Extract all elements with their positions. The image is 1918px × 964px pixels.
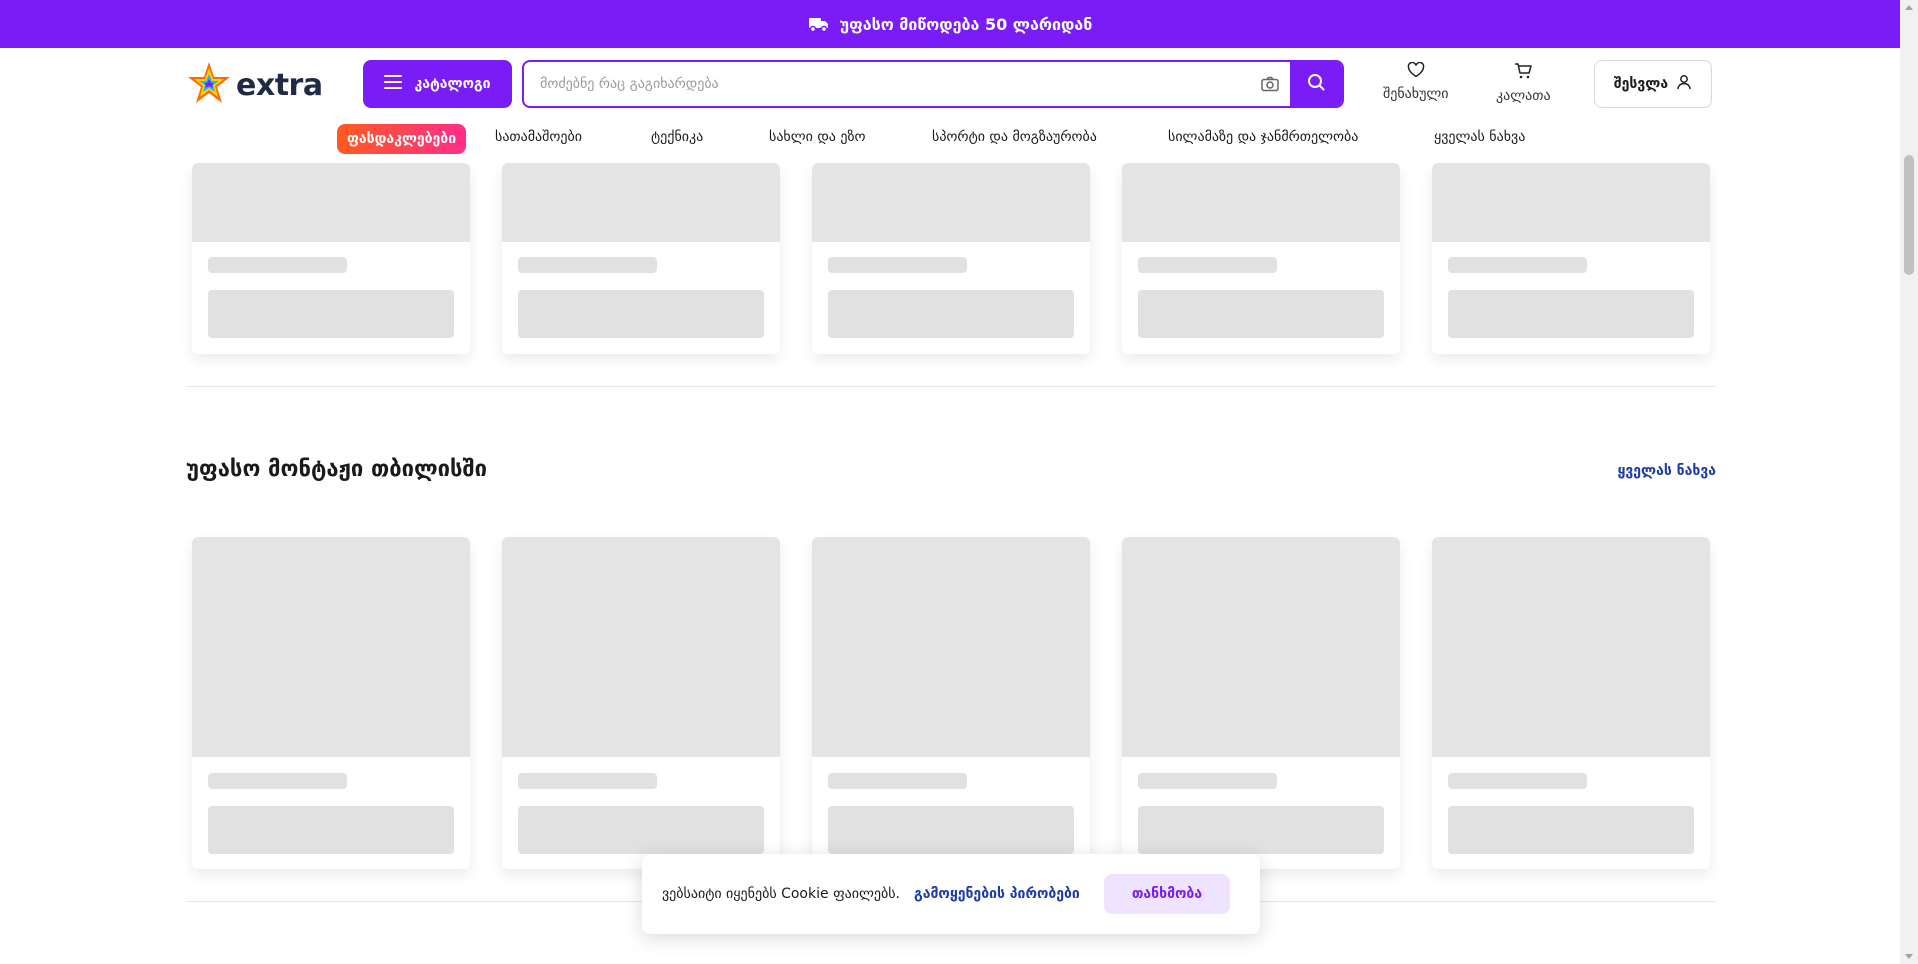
promo-bar: უფასო მიწოდება 50 ლარიდან (0, 0, 1900, 48)
nav-item-home-garden[interactable]: სახლი და ეზო (769, 129, 865, 145)
cart-label: კალათა (1496, 88, 1551, 104)
search-button[interactable] (1290, 62, 1342, 106)
login-button[interactable]: შესვლა (1594, 60, 1712, 108)
product-title-placeholder (1138, 257, 1277, 273)
product-title-placeholder (518, 257, 657, 273)
nav-item-sales[interactable]: ფასდაკლებები (337, 124, 467, 154)
nav-item-sports-travel[interactable]: სპორტი და მოგზაურობა (932, 129, 1097, 145)
product-image-placeholder (192, 163, 470, 242)
product-price-placeholder (1448, 806, 1694, 854)
product-image-placeholder (502, 537, 780, 757)
product-row-1 (186, 163, 1716, 354)
nav-item-see-all[interactable]: ყველას ნახვა (1434, 129, 1525, 145)
search-bar (522, 60, 1344, 108)
product-card-skeleton (502, 163, 780, 354)
page-scrollbar[interactable] (1900, 0, 1918, 964)
product-title-placeholder (1448, 773, 1587, 789)
nav-item-beauty-health[interactable]: სილამაზე და ჯანმრთელობა (1168, 129, 1358, 145)
product-title-placeholder (208, 257, 347, 273)
product-price-placeholder (1138, 290, 1384, 338)
product-title-placeholder (1138, 773, 1277, 789)
camera-icon[interactable] (1250, 62, 1290, 106)
catalog-label: კატალოგი (414, 76, 491, 92)
logo-text: extra (236, 67, 323, 103)
truck-icon (808, 15, 830, 33)
product-card-skeleton (192, 163, 470, 354)
product-image-placeholder (812, 163, 1090, 242)
nav-item-toys[interactable]: სათამაშოები (495, 129, 582, 145)
product-card-skeleton (1432, 163, 1710, 354)
product-title-placeholder (1448, 257, 1587, 273)
user-icon (1676, 74, 1692, 94)
product-image-placeholder (502, 163, 780, 242)
product-card-skeleton (192, 537, 470, 869)
product-card-skeleton (812, 163, 1090, 354)
login-label: შესვლა (1613, 76, 1669, 92)
favorites-link[interactable]: შენახული (1383, 61, 1449, 102)
product-image-placeholder (1432, 537, 1710, 757)
star-logo-icon (186, 60, 232, 110)
favorites-label: შენახული (1383, 86, 1449, 102)
product-card-skeleton (502, 537, 780, 869)
section-divider (186, 386, 1716, 387)
cart-icon (1514, 62, 1533, 84)
scroll-thumb[interactable] (1904, 155, 1914, 275)
catalog-button[interactable]: კატალოგი (363, 60, 512, 108)
product-price-placeholder (828, 290, 1074, 338)
product-title-placeholder (828, 773, 967, 789)
search-icon (1307, 73, 1325, 95)
scroll-up-icon[interactable] (1905, 5, 1913, 10)
product-card-skeleton (1122, 163, 1400, 354)
product-card-skeleton (1122, 537, 1400, 869)
heart-icon (1407, 61, 1425, 82)
product-price-placeholder (1138, 806, 1384, 854)
menu-icon (384, 75, 403, 93)
section-title: უფასო მონტაჟი თბილისში (186, 457, 488, 482)
product-title-placeholder (518, 773, 657, 789)
search-input[interactable] (524, 62, 1250, 106)
promo-text: უფასო მიწოდება 50 ლარიდან (839, 14, 1093, 34)
product-image-placeholder (1432, 163, 1710, 242)
cookie-text: ვებსაიტი იყენებს Cookie ფაილებს. (662, 886, 900, 902)
product-row-2 (186, 537, 1716, 869)
terms-link[interactable]: გამოყენების პირობები (914, 886, 1080, 902)
cookie-accept-button[interactable]: თანხმობა (1103, 874, 1231, 914)
see-all-link[interactable]: ყველას ნახვა (1618, 463, 1717, 479)
scroll-down-icon[interactable] (1905, 954, 1913, 959)
product-price-placeholder (208, 806, 454, 854)
product-card-skeleton (812, 537, 1090, 869)
nav-item-electronics[interactable]: ტექნიკა (651, 129, 703, 145)
product-image-placeholder (812, 537, 1090, 757)
product-image-placeholder (1122, 537, 1400, 757)
product-image-placeholder (192, 537, 470, 757)
cookie-banner: ვებსაიტი იყენებს Cookie ფაილებს. გამოყენ… (642, 854, 1260, 934)
site-header: extra კატალოგი შენახული კალათა შესვლა (0, 48, 1900, 163)
logo[interactable]: extra (186, 60, 323, 110)
category-nav: ფასდაკლებები სათამაშოები ტექნიკა სახლი დ… (0, 122, 1900, 160)
product-image-placeholder (1122, 163, 1400, 242)
product-price-placeholder (518, 290, 764, 338)
product-price-placeholder (1448, 290, 1694, 338)
product-price-placeholder (518, 806, 764, 854)
product-price-placeholder (828, 806, 1074, 854)
cart-link[interactable]: კალათა (1496, 62, 1551, 104)
product-price-placeholder (208, 290, 454, 338)
product-title-placeholder (208, 773, 347, 789)
product-title-placeholder (828, 257, 967, 273)
product-card-skeleton (1432, 537, 1710, 869)
